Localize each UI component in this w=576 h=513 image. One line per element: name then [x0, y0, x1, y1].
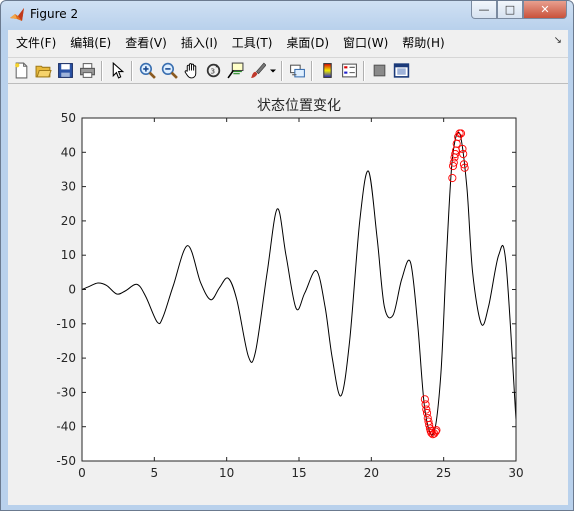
figure-window: Figure 2 — □ ✕ 文件(F) 编辑(E) 查看(V) 插入(I) 工… — [0, 0, 574, 511]
open-file-icon[interactable] — [32, 60, 54, 82]
y-tick-label: 30 — [61, 180, 76, 194]
menu-tools[interactable]: 工具(T) — [225, 32, 280, 54]
toolbar-separator — [311, 60, 313, 81]
y-tick-label: -30 — [56, 385, 76, 399]
chart-title: 状态位置变化 — [257, 98, 341, 114]
edit-plot-arrow-icon[interactable] — [106, 60, 128, 82]
y-tick-label: 0 — [68, 283, 76, 297]
menu-file[interactable]: 文件(F) — [8, 32, 63, 54]
y-tick-label: -10 — [56, 317, 76, 331]
y-tick-label: -20 — [56, 351, 76, 365]
figure-toolbar: 3 — [8, 57, 568, 84]
y-tick-label: -50 — [56, 454, 76, 468]
svg-text:3: 3 — [210, 67, 215, 76]
window-controls: — □ ✕ — [471, 1, 567, 19]
insert-legend-icon[interactable] — [338, 60, 360, 82]
maximize-button[interactable]: □ — [497, 1, 523, 19]
figure-canvas[interactable]: 状态位置变化 0 5 10 15 20 25 30 -50 -40 -30 -20 -10 0 10 20 3… — [8, 85, 568, 505]
brush-dropdown-icon[interactable] — [268, 60, 278, 82]
print-icon[interactable] — [76, 60, 98, 82]
data-cursor-icon[interactable] — [224, 60, 246, 82]
rotate-3d-icon[interactable]: 3 — [202, 60, 224, 82]
save-icon[interactable] — [54, 60, 76, 82]
link-plot-icon[interactable] — [286, 60, 308, 82]
menu-view[interactable]: 查看(V) — [118, 32, 174, 54]
x-tick-label: 5 — [151, 466, 159, 480]
x-tick-label: 20 — [364, 466, 379, 480]
toolbar-separator — [131, 60, 133, 81]
pan-hand-icon[interactable] — [180, 60, 202, 82]
menu-help[interactable]: 帮助(H) — [395, 32, 451, 54]
toolbar-separator — [363, 60, 365, 81]
show-plot-tools-icon[interactable] — [390, 60, 412, 82]
matlab-logo-icon — [9, 7, 25, 23]
x-tick-label: 30 — [508, 466, 523, 480]
insert-colorbar-icon[interactable] — [316, 60, 338, 82]
hide-plot-tools-icon[interactable] — [368, 60, 390, 82]
y-tick-label: -40 — [56, 420, 76, 434]
toolbar-separator — [281, 60, 283, 81]
minimize-button[interactable]: — — [471, 1, 497, 19]
y-tick-label: 40 — [61, 145, 76, 159]
menu-insert[interactable]: 插入(I) — [174, 32, 225, 54]
y-tick-label: 20 — [61, 214, 76, 228]
y-tick-label: 10 — [61, 248, 76, 262]
plot-svg: 状态位置变化 0 5 10 15 20 25 30 -50 -40 -30 -20 -10 0 10 20 3… — [56, 98, 523, 480]
x-tick-label: 15 — [291, 466, 306, 480]
brush-icon[interactable] — [246, 60, 268, 82]
window-title: Figure 2 — [30, 7, 79, 21]
new-figure-icon[interactable] — [10, 60, 32, 82]
title-bar[interactable]: Figure 2 — □ ✕ — [1, 1, 573, 29]
menu-dock-arrow-icon[interactable]: ↘ — [554, 35, 562, 46]
zoom-in-icon[interactable] — [136, 60, 158, 82]
axes-background — [82, 118, 516, 461]
client-area: 文件(F) 编辑(E) 查看(V) 插入(I) 工具(T) 桌面(D) 窗口(W… — [8, 30, 568, 505]
menu-window[interactable]: 窗口(W) — [336, 32, 395, 54]
menu-edit[interactable]: 编辑(E) — [63, 32, 118, 54]
menu-desktop[interactable]: 桌面(D) — [279, 32, 336, 54]
close-button[interactable]: ✕ — [523, 1, 567, 19]
y-tick-label: 50 — [61, 111, 76, 125]
toolbar-separator — [101, 60, 103, 81]
x-tick-label: 25 — [436, 466, 451, 480]
x-tick-label: 0 — [78, 466, 86, 480]
menu-bar: 文件(F) 编辑(E) 查看(V) 插入(I) 工具(T) 桌面(D) 窗口(W… — [8, 30, 568, 56]
zoom-out-icon[interactable] — [158, 60, 180, 82]
x-tick-label: 10 — [219, 466, 234, 480]
